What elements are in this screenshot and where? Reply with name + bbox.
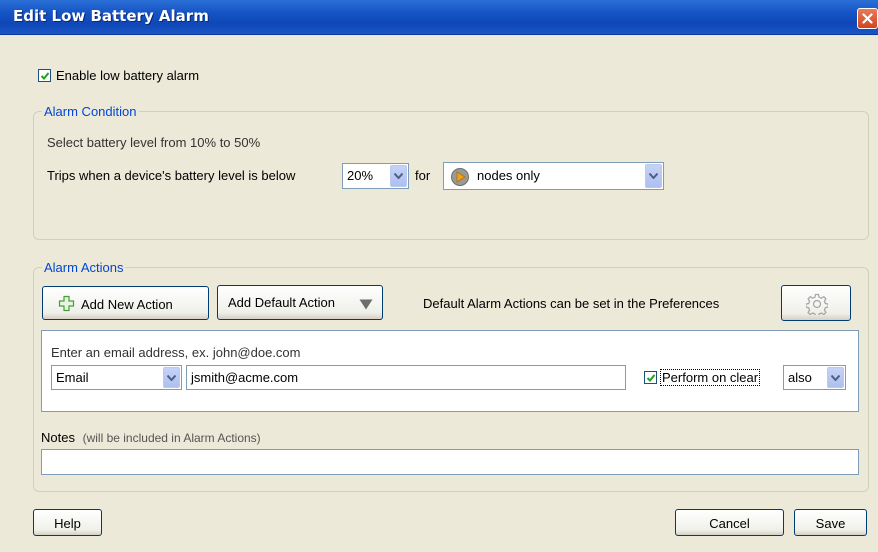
email-address-input[interactable]: jsmith@acme.com	[186, 365, 626, 390]
node-play-icon	[450, 167, 470, 190]
notes-label: Notes (will be included in Alarm Actions…	[41, 430, 261, 445]
save-button[interactable]: Save	[794, 509, 867, 536]
close-button[interactable]	[857, 8, 878, 29]
chevron-down-icon[interactable]	[827, 367, 844, 388]
checkmark-icon	[646, 374, 656, 382]
battery-range-hint: Select battery level from 10% to 50%	[47, 135, 261, 150]
chevron-down-icon[interactable]	[645, 164, 662, 188]
help-button[interactable]: Help	[33, 509, 102, 536]
close-icon	[862, 13, 873, 24]
enable-alarm-checkbox[interactable]	[38, 69, 51, 82]
add-default-action-button[interactable]: Add Default Action	[217, 285, 383, 320]
trip-label: Trips when a device's battery level is b…	[47, 168, 296, 183]
battery-level-select[interactable]: 20%	[342, 163, 409, 189]
device-type-value: nodes only	[477, 168, 540, 183]
for-label: for	[415, 168, 431, 183]
alarm-actions-legend: Alarm Actions	[44, 260, 124, 275]
chevron-down-icon[interactable]	[390, 165, 407, 187]
preferences-hint: Default Alarm Actions can be set in the …	[423, 296, 720, 311]
add-default-action-label: Add Default Action	[228, 295, 335, 310]
alarm-condition-legend: Alarm Condition	[44, 104, 137, 119]
add-new-action-label: Add New Action	[81, 297, 173, 312]
cancel-label: Cancel	[709, 516, 750, 531]
clear-mode-select[interactable]: also	[783, 365, 846, 390]
notes-title: Notes	[41, 430, 75, 445]
clear-mode-value: also	[788, 370, 812, 385]
preferences-button[interactable]	[781, 285, 851, 321]
action-type-select[interactable]: Email	[51, 365, 182, 390]
perform-on-clear-checkbox[interactable]	[644, 371, 657, 384]
cancel-button[interactable]: Cancel	[675, 509, 784, 536]
device-type-select[interactable]: nodes only	[443, 162, 664, 190]
add-new-action-button[interactable]: Add New Action	[42, 286, 209, 320]
help-label: Help	[54, 516, 81, 531]
chevron-down-icon[interactable]	[163, 367, 180, 388]
email-address-value: jsmith@acme.com	[191, 370, 299, 385]
window-title: Edit Low Battery Alarm	[13, 7, 209, 25]
enable-alarm-label[interactable]: Enable low battery alarm	[56, 68, 199, 83]
save-label: Save	[815, 516, 846, 531]
gear-icon	[805, 293, 829, 318]
notes-subtitle: (will be included in Alarm Actions)	[82, 431, 261, 445]
notes-input[interactable]	[41, 449, 859, 475]
triangle-down-icon	[359, 298, 373, 313]
checkmark-icon	[40, 72, 50, 80]
title-bar: Edit Low Battery Alarm	[0, 0, 878, 35]
email-hint: Enter an email address, ex. john@doe.com	[51, 345, 301, 360]
plus-icon	[58, 295, 75, 315]
battery-level-value: 20%	[347, 168, 374, 183]
action-type-value: Email	[56, 370, 89, 385]
perform-on-clear-label[interactable]: Perform on clear	[659, 369, 761, 386]
